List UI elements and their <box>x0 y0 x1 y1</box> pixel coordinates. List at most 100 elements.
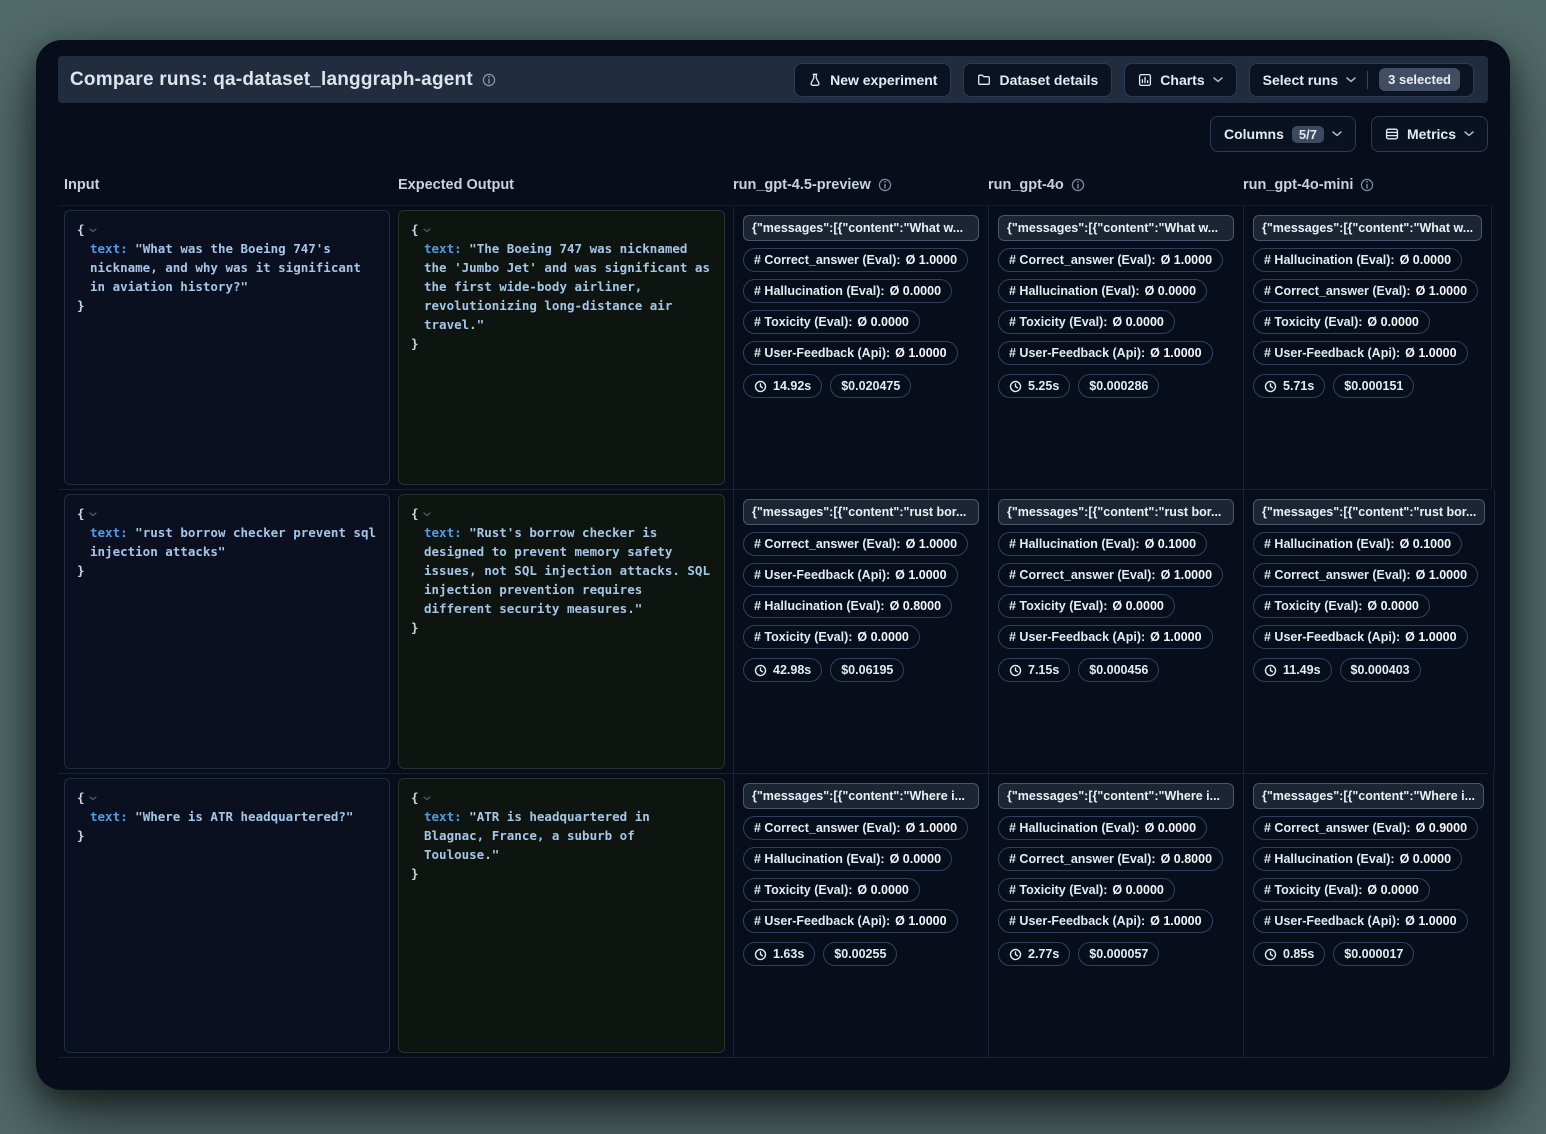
expected-json-box[interactable]: {text: "The Boeing 747 was nicknamed the… <box>398 210 725 485</box>
metrics-button[interactable]: Metrics <box>1371 116 1488 152</box>
metric-value: Ø 1.0000 <box>1150 630 1201 644</box>
metric-chip[interactable]: # Correct_answer (Eval):Ø 0.9000 <box>1253 816 1478 840</box>
cost-value: $0.000017 <box>1344 947 1403 961</box>
expected-json-box[interactable]: {text: "Rust's borrow checker is designe… <box>398 494 725 769</box>
metric-chip[interactable]: # User-Feedback (Api):Ø 1.0000 <box>743 563 958 587</box>
input-json-box[interactable]: {text: "What was the Boeing 747's nickna… <box>64 210 390 485</box>
metric-chip[interactable]: # Hallucination (Eval):Ø 0.1000 <box>998 532 1207 556</box>
metric-chip[interactable]: # Correct_answer (Eval):Ø 1.0000 <box>743 816 968 840</box>
expected-json-box[interactable]: {text: "ATR is headquartered in Blagnac,… <box>398 778 725 1053</box>
metric-value: Ø 1.0000 <box>1150 914 1201 928</box>
input-json-box[interactable]: {text: "Where is ATR headquartered?"} <box>64 778 390 1053</box>
metric-chip[interactable]: # Hallucination (Eval):Ø 0.0000 <box>998 816 1207 840</box>
metric-chip[interactable]: # Toxicity (Eval):Ø 0.0000 <box>743 625 920 649</box>
metric-chip[interactable]: # User-Feedback (Api):Ø 1.0000 <box>1253 909 1468 933</box>
metric-chip[interactable]: # Hallucination (Eval):Ø 0.0000 <box>743 279 952 303</box>
metric-chip[interactable]: # Hallucination (Eval):Ø 0.8000 <box>743 594 952 618</box>
open-brace: { <box>411 788 419 807</box>
json-close-line: } <box>411 618 712 637</box>
metric-value: Ø 1.0000 <box>906 253 957 267</box>
input-cell: {text: "rust borrow checker prevent sql … <box>64 490 398 773</box>
expand-chevron-icon[interactable] <box>89 228 97 233</box>
metric-chip[interactable]: # Toxicity (Eval):Ø 0.0000 <box>1253 878 1430 902</box>
metric-label: # Correct_answer (Eval): <box>1264 568 1411 582</box>
info-icon[interactable] <box>1360 178 1374 192</box>
message-chip[interactable]: {"messages":[{"content":"Where i... <box>998 783 1234 809</box>
metric-chip[interactable]: # Toxicity (Eval):Ø 0.0000 <box>998 878 1175 902</box>
metric-chip[interactable]: # Toxicity (Eval):Ø 0.0000 <box>743 878 920 902</box>
metric-chip[interactable]: # Hallucination (Eval):Ø 0.0000 <box>1253 248 1462 272</box>
message-chip[interactable]: {"messages":[{"content":"rust bor... <box>1253 499 1485 525</box>
json-key: text: <box>90 525 128 540</box>
metric-value: Ø 0.0000 <box>1112 315 1163 329</box>
metric-label: # Correct_answer (Eval): <box>754 821 901 835</box>
page-title: Compare runs: qa-dataset_langgraph-agent <box>70 69 473 91</box>
info-icon[interactable] <box>878 178 892 192</box>
json-close-line: } <box>77 296 377 315</box>
metric-chip[interactable]: # Correct_answer (Eval):Ø 0.8000 <box>998 847 1223 871</box>
metric-label: # User-Feedback (Api): <box>1009 346 1145 360</box>
open-brace: { <box>77 788 85 807</box>
metric-chip[interactable]: # Correct_answer (Eval):Ø 1.0000 <box>998 563 1223 587</box>
expand-chevron-icon[interactable] <box>89 796 97 801</box>
expand-chevron-icon[interactable] <box>423 228 431 233</box>
metric-value: Ø 0.0000 <box>1400 852 1451 866</box>
metric-label: # Hallucination (Eval): <box>1264 852 1395 866</box>
app-window: Compare runs: qa-dataset_langgraph-agent… <box>36 40 1510 1090</box>
metric-chip[interactable]: # User-Feedback (Api):Ø 1.0000 <box>998 341 1213 365</box>
json-text: text: "Rust's borrow checker is designed… <box>411 523 712 618</box>
message-chip[interactable]: {"messages":[{"content":"rust bor... <box>743 499 979 525</box>
metric-chip[interactable]: # User-Feedback (Api):Ø 1.0000 <box>998 625 1213 649</box>
expand-chevron-icon[interactable] <box>423 512 431 517</box>
metric-chip[interactable]: # Toxicity (Eval):Ø 0.0000 <box>998 310 1175 334</box>
charts-button[interactable]: Charts <box>1124 63 1236 97</box>
metric-chip[interactable]: # Correct_answer (Eval):Ø 1.0000 <box>1253 563 1478 587</box>
metric-label: # Hallucination (Eval): <box>1009 284 1140 298</box>
new-experiment-button[interactable]: New experiment <box>794 63 951 97</box>
metric-chip[interactable]: # Hallucination (Eval):Ø 0.0000 <box>998 279 1207 303</box>
metric-chip[interactable]: # Correct_answer (Eval):Ø 1.0000 <box>743 248 968 272</box>
message-chip[interactable]: {"messages":[{"content":"What w... <box>998 215 1234 241</box>
metric-chip[interactable]: # Toxicity (Eval):Ø 0.0000 <box>1253 594 1430 618</box>
metric-label: # User-Feedback (Api): <box>754 914 890 928</box>
metric-chip[interactable]: # User-Feedback (Api):Ø 1.0000 <box>743 909 958 933</box>
dataset-details-button[interactable]: Dataset details <box>963 63 1112 97</box>
message-chip[interactable]: {"messages":[{"content":"Where i... <box>743 783 979 809</box>
message-chip[interactable]: {"messages":[{"content":"Where i... <box>1253 783 1484 809</box>
expand-chevron-icon[interactable] <box>89 512 97 517</box>
latency-value: 14.92s <box>773 379 811 393</box>
latency-chip: 2.77s <box>998 942 1070 966</box>
metric-chip[interactable]: # Correct_answer (Eval):Ø 1.0000 <box>998 248 1223 272</box>
message-chip[interactable]: {"messages":[{"content":"rust bor... <box>998 499 1234 525</box>
metric-chip[interactable]: # Hallucination (Eval):Ø 0.0000 <box>743 847 952 871</box>
metric-chip[interactable]: # Hallucination (Eval): Ø 0.0000 <box>1253 847 1462 871</box>
metric-value: Ø 0.8000 <box>890 599 941 613</box>
metric-chip[interactable]: # User-Feedback (Api):Ø 1.0000 <box>1253 625 1468 649</box>
metric-chip[interactable]: # User-Feedback (Api):Ø 1.0000 <box>998 909 1213 933</box>
metric-chip[interactable]: # Toxicity (Eval):Ø 0.0000 <box>1253 310 1430 334</box>
latency-value: 5.25s <box>1028 379 1059 393</box>
metric-chip[interactable]: # Correct_answer (Eval):Ø 1.0000 <box>743 532 968 556</box>
metric-label: # Toxicity (Eval): <box>1009 883 1107 897</box>
clock-icon <box>1009 664 1022 677</box>
latency-value: 42.98s <box>773 663 811 677</box>
message-chip[interactable]: {"messages":[{"content":"What w... <box>743 215 979 241</box>
message-chip[interactable]: {"messages":[{"content":"What w... <box>1253 215 1482 241</box>
input-json-box[interactable]: {text: "rust borrow checker prevent sql … <box>64 494 390 769</box>
columns-button[interactable]: Columns 5/7 <box>1210 116 1356 152</box>
charts-label: Charts <box>1160 72 1204 88</box>
metric-label: # Toxicity (Eval): <box>754 315 852 329</box>
metric-chip[interactable]: # Correct_answer (Eval):Ø 1.0000 <box>1253 279 1478 303</box>
metric-label: # Correct_answer (Eval): <box>1009 852 1156 866</box>
info-icon[interactable] <box>1071 178 1085 192</box>
metric-chip[interactable]: # Hallucination (Eval):Ø 0.1000 <box>1253 532 1462 556</box>
info-icon[interactable] <box>482 73 496 87</box>
cost-value: $0.00255 <box>834 947 886 961</box>
select-runs-button[interactable]: Select runs 3 selected <box>1249 63 1474 97</box>
json-string: "rust borrow checker prevent sql injecti… <box>90 525 384 559</box>
metric-chip[interactable]: # Toxicity (Eval):Ø 0.0000 <box>743 310 920 334</box>
metric-chip[interactable]: # Toxicity (Eval):Ø 0.0000 <box>998 594 1175 618</box>
expand-chevron-icon[interactable] <box>423 796 431 801</box>
metric-chip[interactable]: # User-Feedback (Api):Ø 1.0000 <box>1253 341 1468 365</box>
metric-chip[interactable]: # User-Feedback (Api):Ø 1.0000 <box>743 341 958 365</box>
